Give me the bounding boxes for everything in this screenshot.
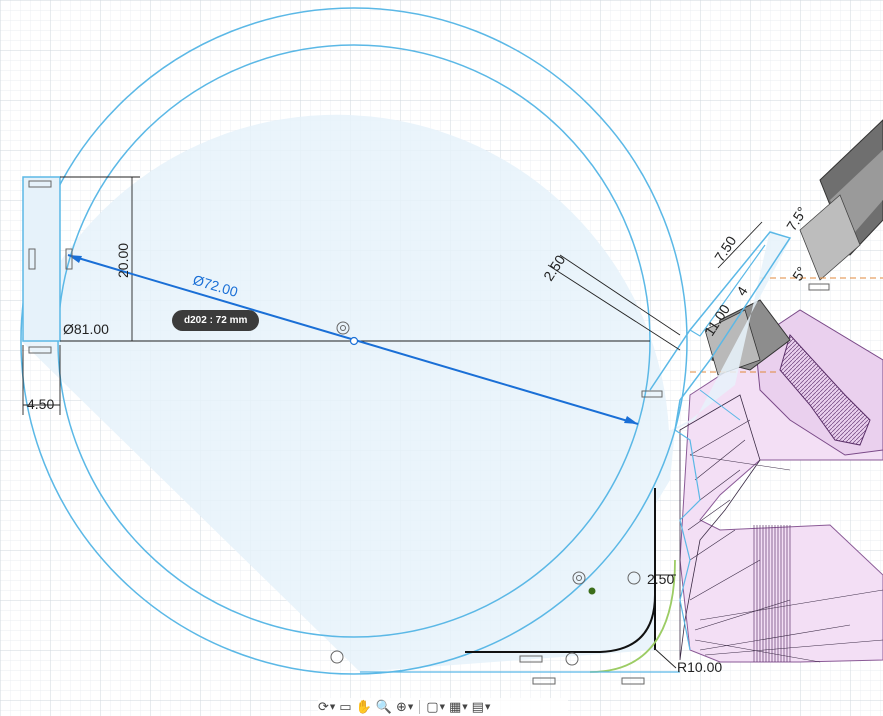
toolbar-separator xyxy=(419,700,421,714)
pan-icon[interactable]: ✋ xyxy=(356,700,372,715)
sketch-point-green[interactable] xyxy=(588,587,596,595)
dim-width-4-50[interactable]: 4.50 xyxy=(27,396,54,412)
dim-offset-2-50-bottom[interactable]: 2.50 xyxy=(647,571,674,587)
sketch-canvas[interactable]: Ø81.00 Ø72.00 20.00 4.50 2.50 7.50 11.00… xyxy=(0,0,883,716)
navigation-toolbar: ⟳ ▼ ▭ ✋ 🔍 ⊕ ▼ ▢ ▼ ▦ ▼ ▤ ▼ xyxy=(318,698,568,716)
dimension-tooltip: d202 : 72 mm xyxy=(172,310,260,331)
center-point[interactable] xyxy=(349,336,359,346)
fit-icon[interactable]: ⊕ ▼ xyxy=(396,700,413,715)
orbit-icon[interactable]: ⟳ ▼ xyxy=(318,700,335,715)
grid-settings-icon[interactable]: ▦ ▼ xyxy=(449,700,468,715)
dim-outer-diameter[interactable]: Ø81.00 xyxy=(63,321,109,337)
dim-radius-10[interactable]: R10.00 xyxy=(677,659,722,675)
zoom-icon[interactable]: 🔍 xyxy=(376,700,392,715)
display-settings-icon[interactable]: ▢ ▼ xyxy=(426,700,445,715)
viewports-icon[interactable]: ▤ ▼ xyxy=(472,700,491,715)
look-at-icon[interactable]: ▭ xyxy=(339,700,351,715)
dim-height-20[interactable]: 20.00 xyxy=(115,243,131,278)
